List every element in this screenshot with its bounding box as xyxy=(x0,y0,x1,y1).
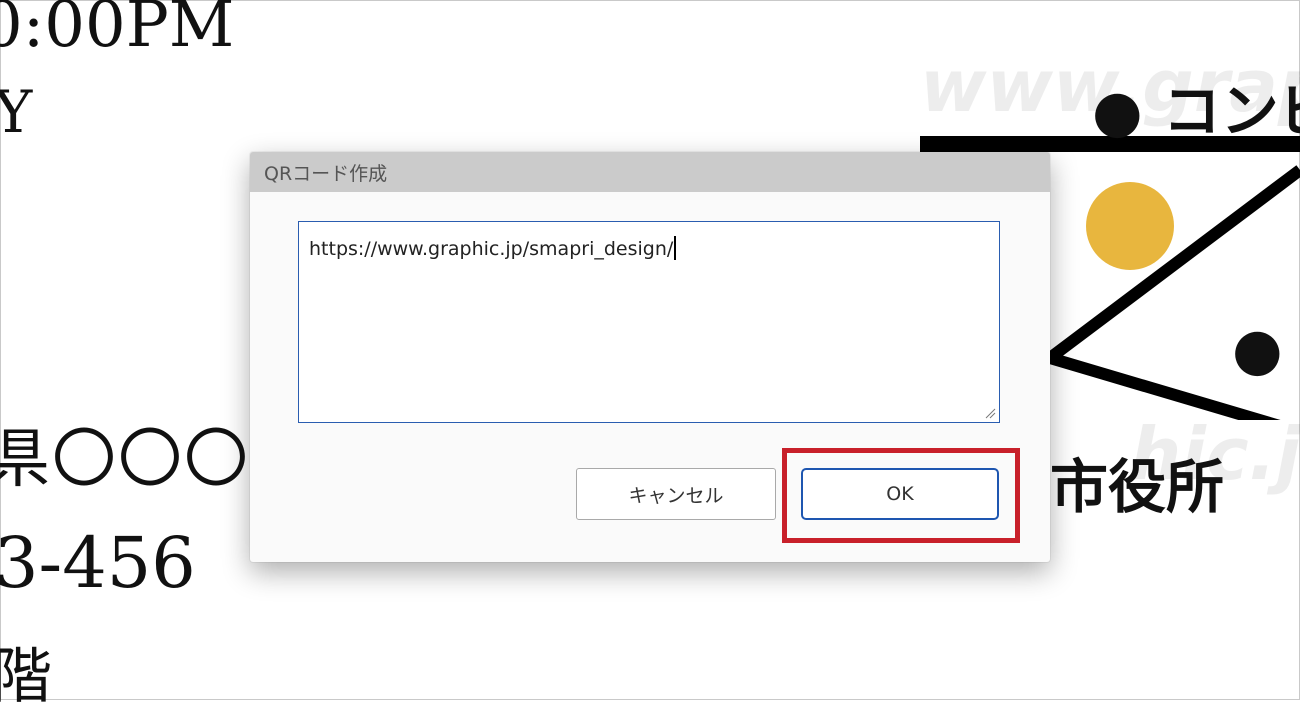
text-fragment-y: Y xyxy=(0,78,33,146)
ok-button-highlight xyxy=(782,448,1020,543)
dialog-title: QRコード作成 xyxy=(264,162,388,185)
address-text: 県〇〇〇 xyxy=(0,423,250,497)
map-label-bank: ● 銀 xyxy=(1232,315,1300,383)
map-label-konbini: ● コンビ xyxy=(1092,77,1300,145)
url-textarea[interactable]: https://www.graphic.jp/smapri_design/ xyxy=(298,221,1000,423)
map-label-city-hall: 市役所 xyxy=(1050,453,1225,521)
url-text: https://www.graphic.jp/smapri_design/ xyxy=(309,238,674,260)
floor-text: 階 xyxy=(0,642,52,712)
text-caret xyxy=(674,236,676,260)
cancel-button[interactable]: キャンセル xyxy=(576,468,776,520)
phone-number-text: 3-456 xyxy=(0,522,196,604)
map-location-dot xyxy=(1086,182,1174,270)
event-time-text: 0:00PM xyxy=(0,0,235,62)
resize-grip-icon[interactable] xyxy=(984,407,996,419)
cancel-button-label: キャンセル xyxy=(628,484,724,507)
dialog-titlebar[interactable]: QRコード作成 xyxy=(250,152,1050,192)
